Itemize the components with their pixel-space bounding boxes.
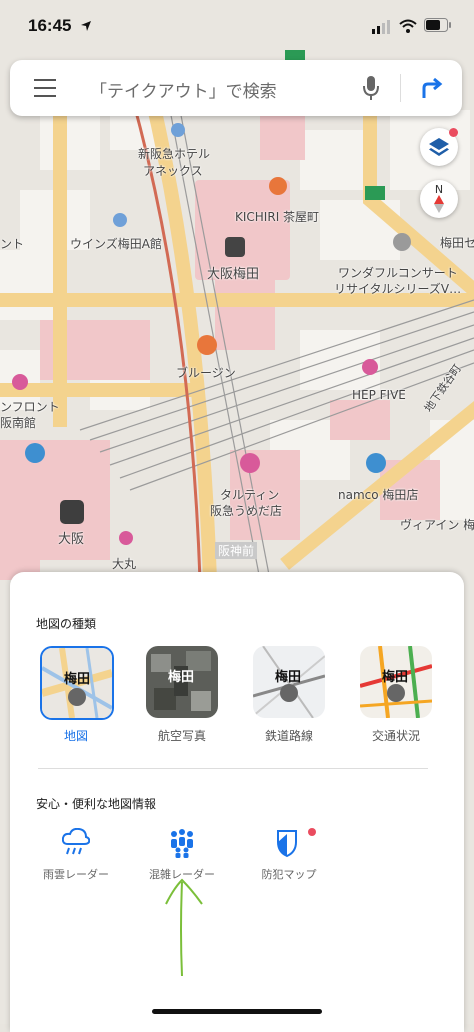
map-label: 阪急うめだ店 xyxy=(210,504,283,518)
search-bar[interactable]: 「テイクアウト」で検索 xyxy=(10,60,462,116)
microphone-icon[interactable] xyxy=(362,75,380,101)
map-label: アネックス xyxy=(143,164,203,178)
home-indicator[interactable] xyxy=(152,1009,322,1014)
search-input[interactable]: 「テイクアウト」で検索 xyxy=(90,77,277,102)
map-label: 阪南館 xyxy=(0,416,37,430)
map-label: タルティン xyxy=(220,488,280,502)
map-label: リサイタルシリーズV… xyxy=(334,282,462,296)
map-type-traffic[interactable]: 梅田 xyxy=(360,646,432,718)
tile-text: 梅田 xyxy=(275,670,302,685)
tile-text: 梅田 xyxy=(64,672,91,687)
map-label: 大阪梅田 xyxy=(207,267,260,282)
compass-button[interactable]: N xyxy=(420,180,458,218)
rain-radar-label: 雨雲レーダー xyxy=(43,868,109,881)
map-type-label-aerial[interactable]: 航空写真 xyxy=(127,727,237,744)
directions-icon[interactable] xyxy=(420,76,444,100)
map-label: ブルージン xyxy=(176,366,236,380)
map-type-default[interactable]: 梅田 xyxy=(40,646,114,720)
map-label: ンフロント xyxy=(0,400,60,414)
shield-icon xyxy=(277,830,297,858)
search-divider xyxy=(400,74,401,102)
crime-map-button[interactable]: 防犯マップ xyxy=(234,822,344,882)
notification-dot xyxy=(308,828,316,836)
status-time: 16:45 xyxy=(28,16,72,35)
layers-icon xyxy=(429,138,449,156)
map-type-railway[interactable]: 梅田 xyxy=(253,646,325,718)
signal-icon xyxy=(372,20,390,34)
map-label: ウインズ梅田A館 xyxy=(70,237,162,251)
annotation-arrow xyxy=(165,878,203,977)
map-type-label-traffic[interactable]: 交通状況 xyxy=(341,727,451,744)
crowd-icon xyxy=(171,829,193,858)
map-label: 大阪 xyxy=(58,532,85,547)
compass-needle-icon xyxy=(434,195,444,213)
notification-dot xyxy=(449,128,458,137)
wifi-icon xyxy=(399,19,417,33)
map-label: KICHIRI 茶屋町 xyxy=(235,210,320,224)
map-label: HEP FIVE xyxy=(352,388,406,402)
info-title: 安心・便利な地図情報 xyxy=(36,797,157,811)
map-type-aerial[interactable]: 梅田 xyxy=(146,646,218,718)
section-divider xyxy=(38,768,428,769)
rain-cloud-icon xyxy=(62,828,90,855)
location-arrow-icon xyxy=(81,21,91,31)
map-type-label-default[interactable]: 地図 xyxy=(21,727,131,744)
map-label: 阪神前 xyxy=(215,542,258,559)
map-label: 梅田セ xyxy=(440,236,474,250)
map-label: namco 梅田店 xyxy=(338,488,419,502)
map-type-label-railway[interactable]: 鉄道路線 xyxy=(234,727,344,744)
crime-map-label: 防犯マップ xyxy=(261,868,317,881)
map-settings-sheet: 地図の種類 梅田 地図 梅田 航空写真 梅田 鉄道路線 梅田 交通状況 安心・便… xyxy=(10,572,464,1032)
map-label: 新阪急ホテル xyxy=(138,147,211,161)
status-bar: 16:45 xyxy=(0,0,474,52)
layers-button[interactable] xyxy=(420,128,458,166)
map-label: ント xyxy=(0,237,25,251)
map-label: ワンダフルコンサート xyxy=(338,266,458,280)
battery-icon xyxy=(424,18,451,32)
map-label: 大丸 xyxy=(112,557,137,571)
menu-icon[interactable] xyxy=(34,78,56,98)
map-types-title: 地図の種類 xyxy=(36,617,97,631)
map-label: ヴィアイン 梅 xyxy=(400,518,474,532)
tile-text: 梅田 xyxy=(382,670,409,685)
rain-radar-button[interactable]: 雨雲レーダー xyxy=(21,822,131,882)
tile-text: 梅田 xyxy=(168,670,195,685)
